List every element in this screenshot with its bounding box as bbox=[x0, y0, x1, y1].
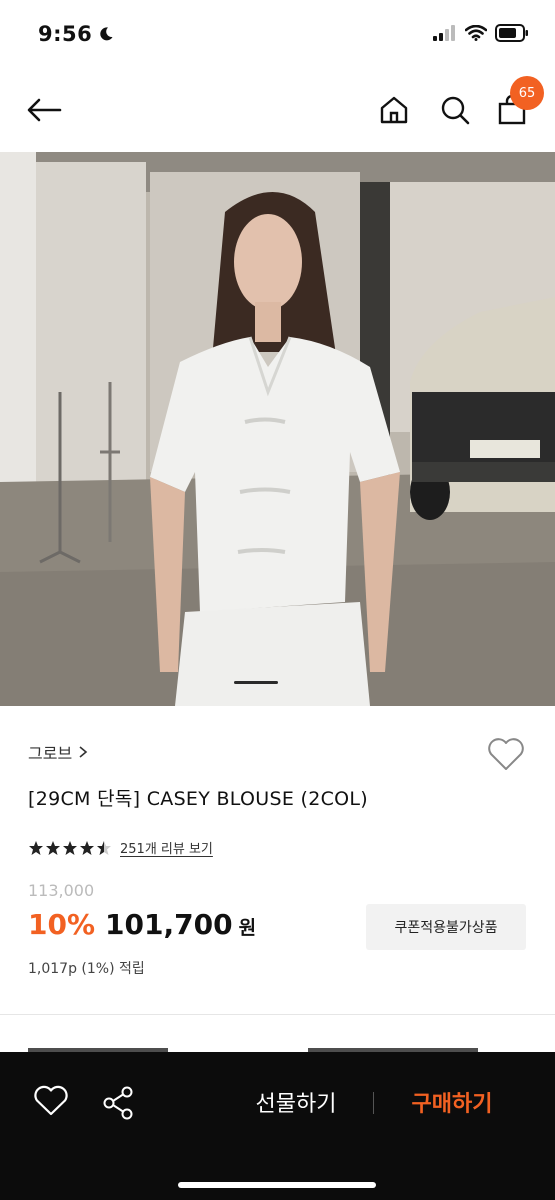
product-photo bbox=[0, 152, 555, 706]
section-divider bbox=[0, 1014, 555, 1015]
moon-icon bbox=[100, 27, 113, 41]
wishlist-button[interactable] bbox=[486, 736, 526, 772]
product-image-carousel[interactable] bbox=[0, 152, 555, 706]
star-icon bbox=[63, 840, 77, 855]
product-title: [29CM 단독] CASEY BLOUSE (2COL) bbox=[28, 788, 369, 810]
top-nav-bar: 65 bbox=[0, 72, 555, 148]
discount-rate: 10% bbox=[28, 908, 96, 941]
original-price: 113,000 bbox=[28, 881, 95, 900]
wifi-icon bbox=[465, 25, 487, 41]
cellular-signal-icon bbox=[433, 25, 455, 41]
search-icon bbox=[441, 96, 470, 125]
heart-outline-icon bbox=[488, 738, 524, 770]
time-text: 9:56 bbox=[38, 22, 93, 46]
half-star-icon bbox=[97, 840, 111, 855]
home-indicator bbox=[178, 1182, 376, 1188]
buy-button[interactable]: 구매하기 bbox=[396, 1086, 508, 1120]
status-bar: 9:56 bbox=[0, 0, 555, 70]
chevron-right-icon bbox=[79, 746, 88, 758]
brand-name: 그로브 bbox=[28, 744, 73, 763]
status-icons bbox=[433, 24, 529, 42]
home-icon bbox=[380, 96, 408, 124]
star-icon bbox=[46, 840, 60, 855]
share-icon bbox=[103, 1086, 133, 1120]
star-icon bbox=[29, 840, 43, 855]
brand-link[interactable]: 그로브 bbox=[28, 740, 88, 764]
back-arrow-icon bbox=[27, 98, 62, 122]
price-row: 10% 101,700 원 bbox=[28, 908, 256, 941]
gift-button[interactable]: 선물하기 bbox=[240, 1086, 352, 1120]
bottom-action-bar: 선물하기 구매하기 bbox=[0, 1052, 555, 1200]
star-icon bbox=[80, 840, 94, 855]
review-link[interactable]: 251개 리뷰 보기 bbox=[120, 838, 213, 857]
status-time: 9:56 bbox=[38, 22, 114, 46]
coupon-notice: 쿠폰적용불가상품 bbox=[366, 904, 526, 950]
currency-label: 원 bbox=[238, 917, 257, 939]
search-button[interactable] bbox=[435, 90, 475, 130]
points-info: 1,017p (1%) 적립 bbox=[28, 961, 145, 977]
bottom-wishlist-button[interactable] bbox=[32, 1084, 70, 1122]
rating-row: 251개 리뷰 보기 bbox=[28, 838, 213, 857]
sale-price: 101,700 bbox=[105, 908, 233, 941]
bottom-bar-separator bbox=[373, 1092, 374, 1114]
cart-count-badge: 65 bbox=[510, 76, 544, 110]
share-button[interactable] bbox=[100, 1084, 138, 1122]
next-section-peek bbox=[28, 1040, 528, 1052]
carousel-indicator bbox=[234, 681, 278, 684]
battery-icon bbox=[495, 24, 528, 42]
heart-icon bbox=[34, 1085, 68, 1116]
back-button[interactable] bbox=[24, 90, 64, 130]
home-button[interactable] bbox=[374, 90, 414, 130]
star-rating bbox=[28, 840, 112, 856]
